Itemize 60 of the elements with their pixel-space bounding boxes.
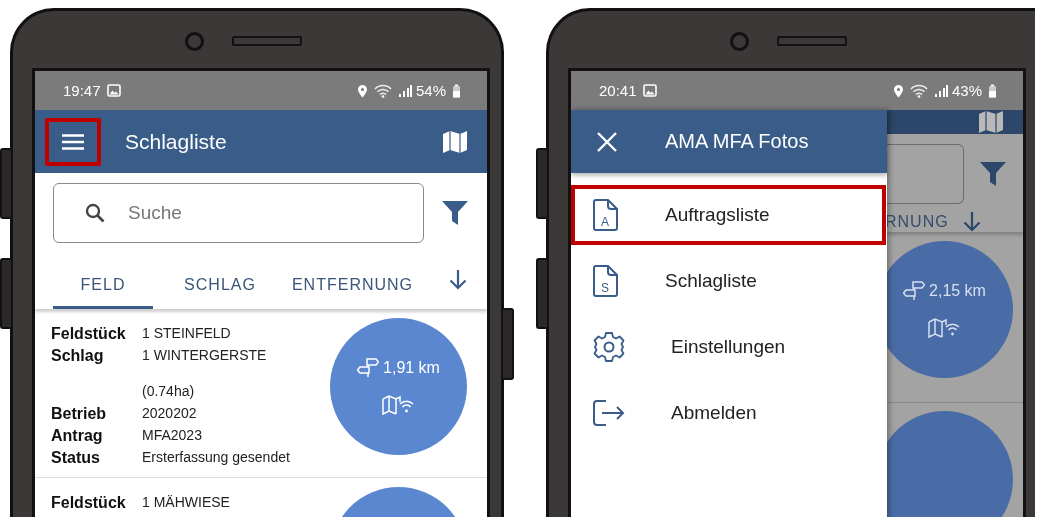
distance-circle[interactable]: 1,91 km [330,318,467,455]
battery-percent: 54% [415,82,446,99]
camera-lens [729,31,749,51]
speaker-grille [231,36,302,46]
distance-circle[interactable]: 2,15 km [887,241,1013,378]
field-label: Schlag [51,346,105,365]
down-arrow-icon[interactable] [449,270,467,290]
drawer-item[interactable]: A Auftragsliste [571,185,886,245]
drawer-title: AMA MFA Fotos [665,130,809,153]
sort-tab[interactable]: ENTFERNUNG [285,243,420,309]
signpost-icon [903,280,926,301]
tab-label: RNUNG [887,213,949,231]
image-icon [106,84,121,97]
field-label: Feldstück [51,493,127,512]
status-time: 19:47 [63,82,101,99]
wifi-icon [909,83,928,98]
distance-label: 2,15 km [929,281,986,300]
document-icon: A [593,199,619,231]
field-label: Feldstück [51,324,127,343]
image-icon [642,84,657,97]
status-time: 20:41 [599,82,637,99]
app-title: Schlagliste [125,129,228,154]
field-label: Status [51,448,101,467]
location-icon [892,83,904,98]
field-value: 1 MÄHWIESE [142,493,231,512]
filter-icon [442,201,468,225]
logout-icon [593,400,625,426]
sort-tab[interactable]: SCHLAG [155,243,285,309]
signal-icon [397,84,412,97]
wifi-icon [373,83,392,98]
field-label: Antrag [51,426,104,445]
area-value: (0.74ha) [142,382,196,401]
signpost-icon [357,357,380,378]
sort-tab[interactable]: FELD [53,243,153,309]
filter-icon [980,162,1006,186]
field-label: Betrieb [51,404,108,423]
distance-label: 1,91 km [383,358,440,377]
camera-lens [184,31,204,51]
menu-button[interactable] [45,117,101,166]
map-wifi-icon [381,393,416,416]
map-icon [443,129,467,154]
speaker-grille [776,36,847,46]
close-icon[interactable] [597,131,617,152]
battery-percent: 43% [951,82,982,99]
field-value: 1 WINTERGERSTE [142,346,268,365]
field-value: MFA2023 [142,426,203,445]
menu-icon [62,133,84,150]
gear-icon [593,331,625,363]
down-arrow-icon[interactable] [962,212,981,232]
field-value: 1 STEINFELD [142,324,232,343]
signal-icon [933,84,948,97]
search-field[interactable]: Suche [53,183,424,243]
map-wifi-icon [927,316,962,339]
battery-icon [988,83,997,98]
document-icon: S [593,265,619,297]
location-icon [356,83,368,98]
field-value: 2020202 [142,404,198,423]
battery-icon [452,83,461,98]
search-icon [85,203,105,223]
field-value: Ersterfassung gesendet [142,448,291,467]
